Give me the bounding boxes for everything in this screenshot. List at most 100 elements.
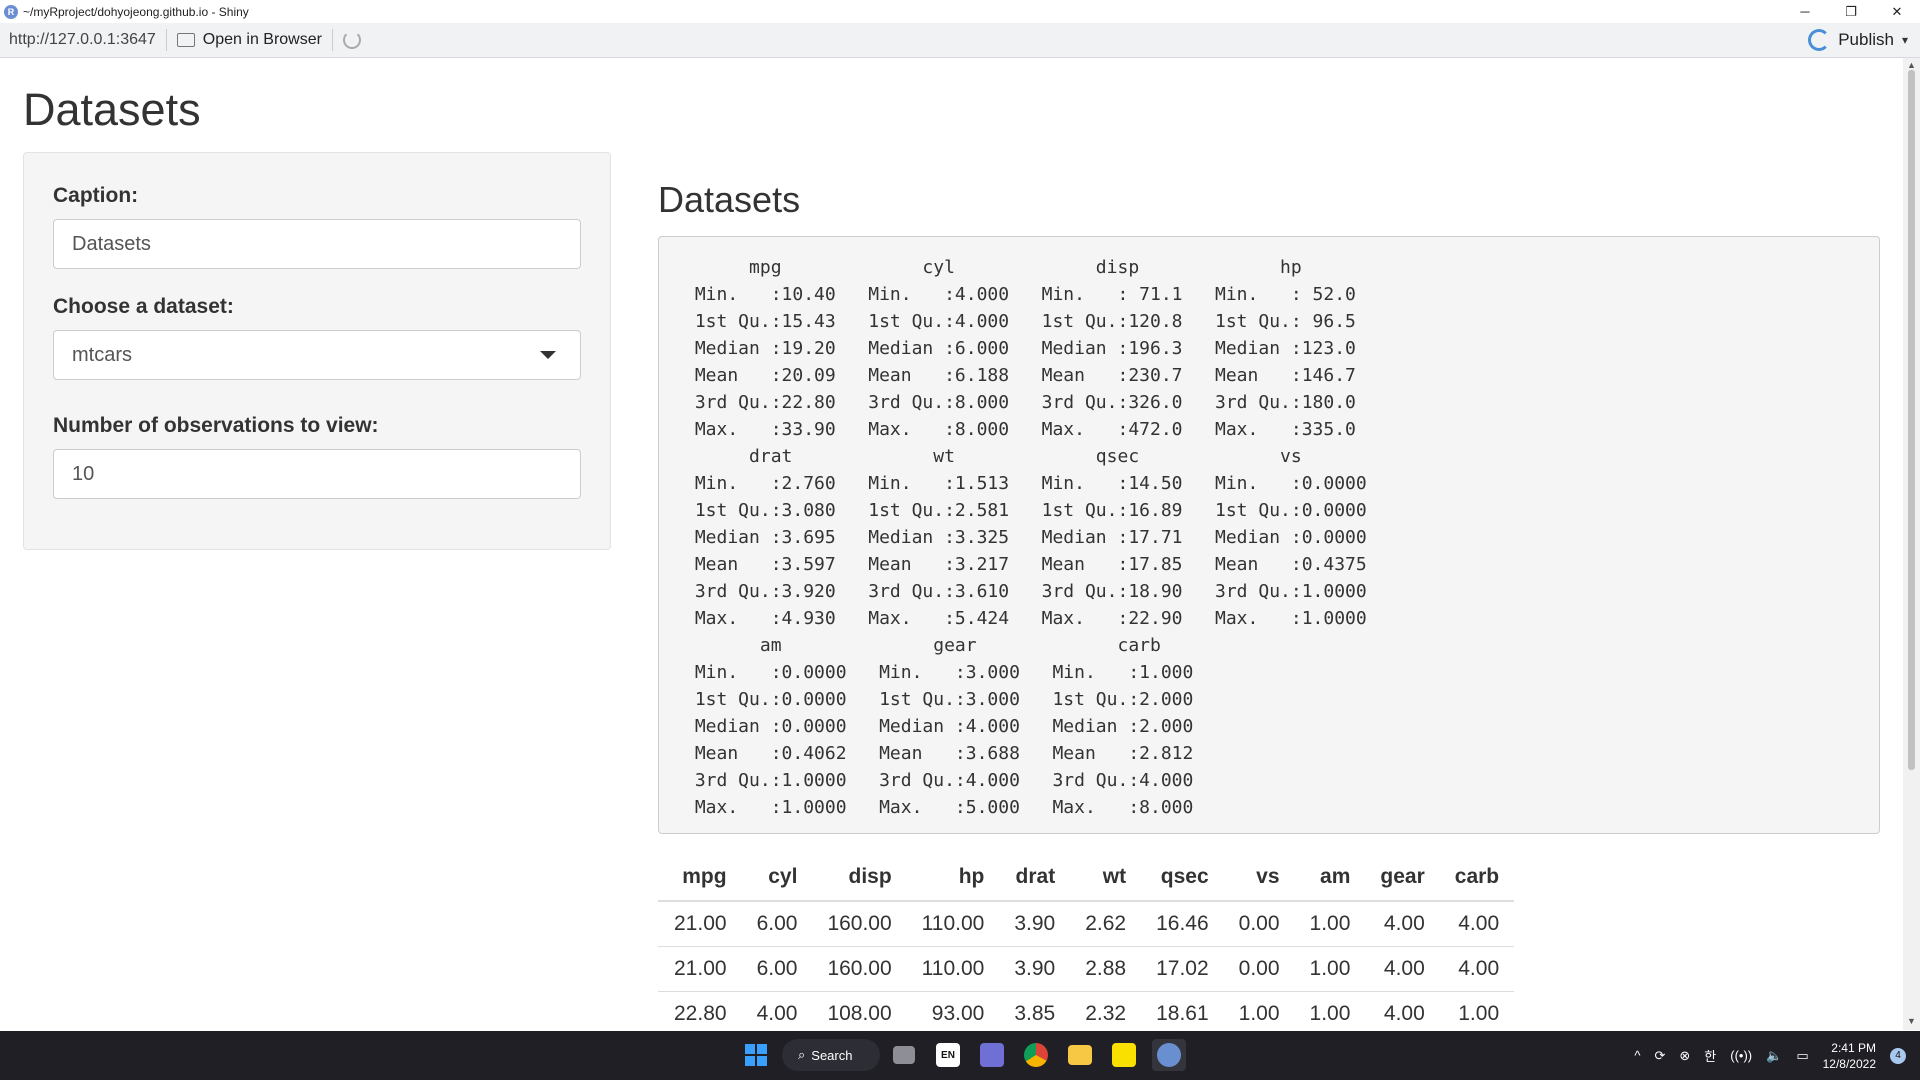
obs-numeric-input[interactable]: 10 [53,449,581,499]
table-row: 21.00 6.00 160.00 110.00 3.90 2.88 17.02 0.00 1.… [658,946,1515,992]
main-caption: Datasets [658,179,801,220]
scrollbar-thumb[interactable] [1908,70,1915,770]
language-app-icon[interactable]: EN [934,1039,962,1071]
rstudio-taskbar-icon[interactable] [1152,1039,1186,1071]
clock-time: 2:41 PM [1831,1040,1876,1055]
table-row: 22.80 4.00 108.00 93.00 3.85 2.32 18.61 1.00 1.0… [658,991,1515,1030]
obs-label: Number of observations to view: [53,414,379,437]
refresh-icon[interactable] [342,31,361,49]
file-explorer-icon[interactable] [1066,1039,1094,1071]
open-in-browser-label: Open in Browser [202,31,322,48]
table-cell-cyl: 4.00 [741,991,813,1030]
table-cell-hp: 93.00 [906,991,1000,1030]
caption-label: Caption: [53,184,139,207]
window-title: ~/myRproject/dohyojeong.github.io - Shin… [23,4,249,19]
column-header-carb: carb [1439,856,1515,902]
table-cell-drat: 3.85 [999,991,1071,1030]
table-cell-hp: 110.00 [906,900,1000,947]
table-cell-qsec: 18.61 [1141,991,1224,1030]
chrome-icon[interactable] [1022,1039,1050,1071]
dataset-select[interactable]: mtcars [53,330,581,380]
column-header-am: am [1294,856,1366,902]
browser-window-icon [176,33,195,47]
table-cell-disp: 160.00 [812,900,907,947]
widgets-icon[interactable] [978,1039,1006,1071]
table-cell-hp: 110.00 [906,946,1000,992]
column-header-wt: wt [1070,856,1142,902]
table-cell-qsec: 16.46 [1141,900,1224,947]
caption-input[interactable]: Datasets [53,219,581,269]
restore-button[interactable]: ❐ [1828,0,1874,23]
viewer-toolbar: http://127.0.0.1:3647 Open in Browser Pu… [0,23,1920,58]
dataset-select-value: mtcars [72,343,132,366]
column-header-vs: vs [1223,856,1295,902]
url-display: http://127.0.0.1:3647 [9,31,156,48]
table-cell-wt: 2.88 [1070,946,1142,992]
column-header-hp: hp [906,856,1000,902]
table-cell-gear: 4.00 [1365,900,1440,947]
battery-icon[interactable]: ▭ [1796,1048,1808,1064]
task-view-icon[interactable] [890,1039,918,1071]
table-cell-qsec: 17.02 [1141,946,1224,992]
publish-icon [1808,29,1831,51]
table-body: 21.00 6.00 160.00 110.00 3.90 2.62 16.46 0.00 1.… [658,900,1515,1030]
toolbar-divider [165,29,167,51]
sidebar-panel: Caption: Datasets Choose a dataset: mtca… [23,152,611,550]
table-cell-drat: 3.90 [999,946,1071,992]
table-cell-gear: 4.00 [1365,991,1440,1030]
scroll-down-icon[interactable]: ▼ [1907,1016,1916,1026]
app-content: Datasets Caption: Datasets Choose a data… [0,58,1900,1030]
tray-overflow-icon[interactable]: ^ [1634,1048,1640,1063]
status-x-icon[interactable]: ⊗ [1679,1048,1690,1064]
chevron-down-icon[interactable]: ▾ [1902,33,1908,47]
clock-date: 12/8/2022 [1822,1056,1876,1071]
table-cell-vs: 0.00 [1223,900,1295,947]
table-cell-vs: 1.00 [1223,991,1295,1030]
sync-icon[interactable]: ⟳ [1654,1048,1665,1064]
table-cell-mpg: 21.00 [658,946,742,992]
windows-taskbar: ⌕ Search EN ^ ⟳ ⊗ 한 ((•)) 🔈 ▭ 2:41 PM 12… [0,1031,1920,1080]
taskbar-search[interactable]: ⌕ Search [782,1039,880,1071]
toolbar-divider [331,29,333,51]
column-header-cyl: cyl [741,856,813,902]
table-header-row: mpg cyl disp hp drat wt qsec vs am gear carb [658,856,1515,902]
table-cell-carb: 1.00 [1439,991,1515,1030]
caret-down-icon [540,351,556,359]
ime-indicator[interactable]: 한 [1704,1046,1716,1065]
clock[interactable]: 2:41 PM 12/8/2022 [1823,1040,1876,1072]
table-cell-carb: 4.00 [1439,946,1515,992]
table-cell-cyl: 6.00 [741,900,813,947]
table-cell-carb: 4.00 [1439,900,1515,947]
windows-logo-icon [745,1044,767,1066]
minimize-button[interactable]: ─ [1782,0,1828,23]
summary-output: mpg cyl disp hp Min. :10.40 Min. :4.000 … [658,236,1880,834]
volume-icon[interactable]: 🔈 [1766,1048,1782,1064]
notification-badge[interactable]: 4 [1890,1047,1906,1064]
table-cell-vs: 0.00 [1223,946,1295,992]
vertical-scrollbar[interactable]: ▲ ▼ [1903,58,1920,1030]
table-cell-mpg: 21.00 [658,900,742,947]
dataset-label: Choose a dataset: [53,295,234,318]
table-cell-wt: 2.32 [1070,991,1142,1030]
column-header-gear: gear [1365,856,1440,902]
column-header-qsec: qsec [1141,856,1224,902]
search-label: Search [811,1047,853,1063]
system-tray: ^ ⟳ ⊗ 한 ((•)) 🔈 ▭ 2:41 PM 12/8/2022 4 [1634,1031,1906,1080]
publish-label: Publish [1838,30,1894,49]
kakaotalk-icon[interactable] [1110,1039,1138,1071]
window-title-bar: R ~/myRproject/dohyojeong.github.io - Sh… [0,0,1920,23]
column-header-mpg: mpg [658,856,742,902]
table-cell-disp: 160.00 [812,946,907,992]
rstudio-icon: R [4,4,18,19]
column-header-drat: drat [999,856,1071,902]
scroll-up-icon[interactable]: ▲ [1907,60,1916,70]
open-in-browser-button[interactable]: Open in Browser [176,31,322,49]
wifi-icon[interactable]: ((•)) [1730,1048,1752,1063]
column-header-disp: disp [812,856,907,902]
publish-button[interactable]: Publish ▾ [1808,23,1908,57]
start-button[interactable] [740,1039,772,1071]
close-button[interactable]: ✕ [1874,0,1920,23]
table-cell-drat: 3.90 [999,900,1071,947]
table-cell-gear: 4.00 [1365,946,1440,992]
page-title: Datasets [23,84,201,135]
